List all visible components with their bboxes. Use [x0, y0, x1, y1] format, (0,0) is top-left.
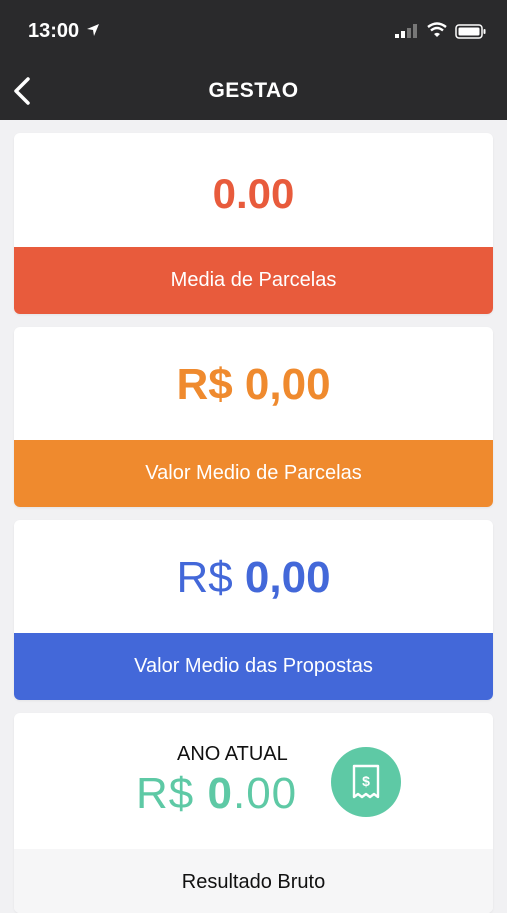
page-title: GESTAO — [208, 79, 299, 102]
valor-medio-parcelas-card[interactable]: R$ 0,00 Valor Medio de Parcelas — [14, 327, 493, 507]
media-parcelas-card[interactable]: 0.00 Media de Parcelas — [14, 133, 493, 314]
battery-icon — [455, 24, 486, 39]
period-label: ANO ATUAL — [177, 743, 288, 765]
signal-icon — [395, 24, 417, 38]
status-bar: 13:00 — [0, 0, 507, 62]
valor-medio-parcelas-value: R$ 0,00 — [176, 360, 331, 409]
svg-text:$: $ — [362, 773, 370, 789]
receipt-button[interactable]: $ — [331, 747, 401, 817]
valor-medio-propostas-card[interactable]: R$ 0,00 Valor Medio das Propostas — [14, 520, 493, 700]
resultado-bruto-label: Resultado Bruto — [14, 849, 493, 913]
status-time: 13:00 — [28, 20, 80, 42]
value-decimal: .00 — [232, 769, 298, 818]
location-arrow-icon — [87, 24, 99, 36]
currency-prefix: R$ — [176, 553, 233, 602]
media-parcelas-value: 0.00 — [212, 170, 295, 217]
resultado-bruto-card[interactable]: ANO ATUAL R$ 0.00 $ Resultado Bruto — [14, 713, 493, 913]
wifi-icon — [427, 22, 447, 37]
amount: 0,00 — [244, 553, 331, 602]
valor-medio-parcelas-label: Valor Medio de Parcelas — [14, 440, 493, 507]
media-parcelas-label: Media de Parcelas — [14, 247, 493, 314]
valor-medio-propostas-value: R$ 0,00 — [14, 553, 493, 603]
currency-prefix: R$ — [136, 769, 195, 818]
resultado-bruto-value: R$ 0.00 — [136, 769, 297, 819]
receipt-dollar-icon: $ — [352, 764, 380, 799]
valor-medio-propostas-label: Valor Medio das Propostas — [14, 633, 493, 700]
value-integer: 0 — [207, 769, 233, 818]
nav-bar: GESTAO — [0, 62, 507, 120]
